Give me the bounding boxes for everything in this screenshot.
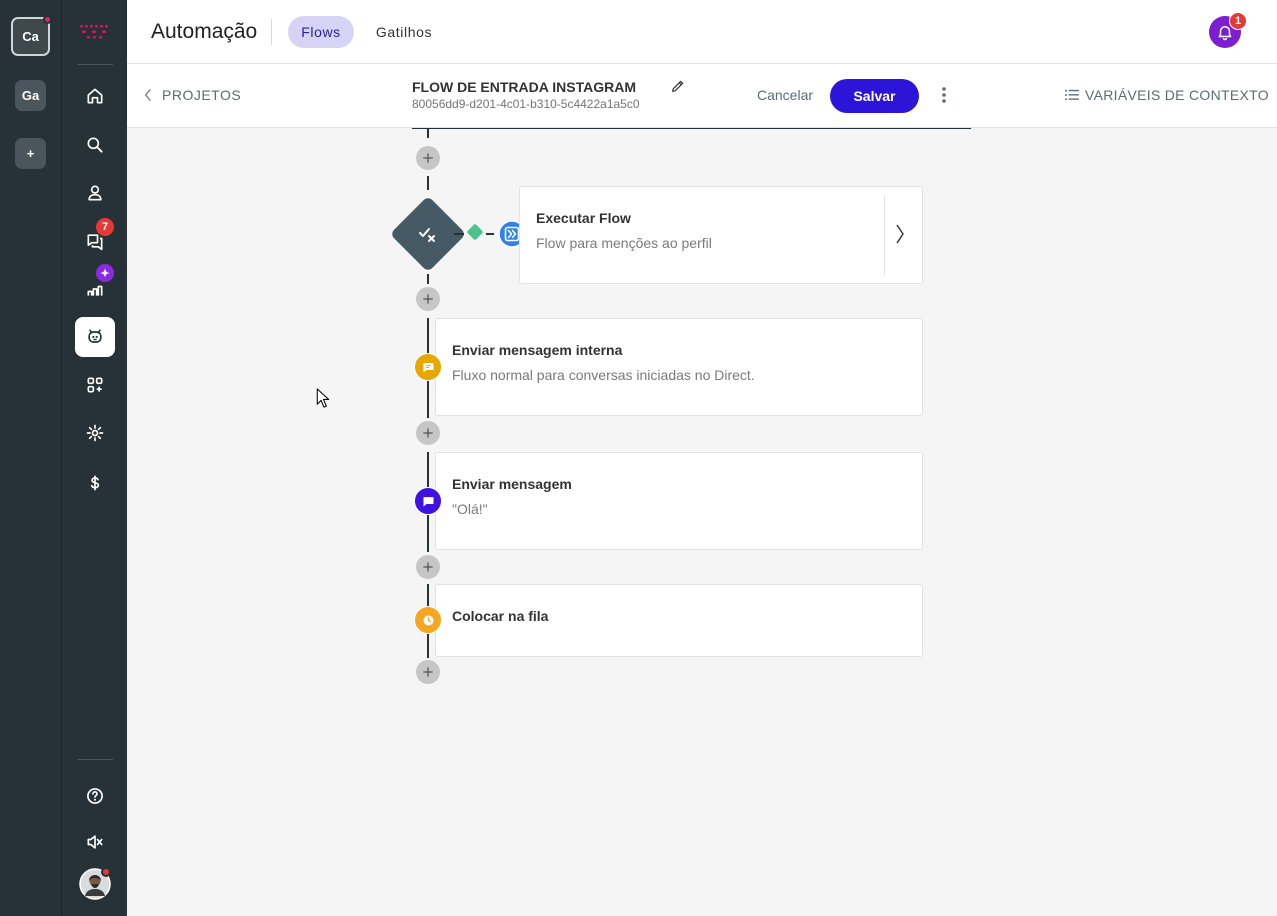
- sparkle-badge: ✦: [96, 264, 114, 282]
- plus-icon: [423, 153, 433, 163]
- step-subtitle: Flow para menções ao perfil: [536, 235, 712, 251]
- add-step-button[interactable]: [416, 555, 440, 579]
- tab-gatilhos[interactable]: Gatilhos: [367, 16, 441, 48]
- plus-icon: [423, 562, 433, 572]
- step-title: Executar Flow: [536, 210, 631, 226]
- message-icon: [423, 496, 433, 506]
- vars-label: VARIÁVEIS DE CONTEXTO: [1085, 87, 1269, 103]
- branch-true-marker[interactable]: [466, 223, 484, 241]
- workspace-rail: Ca Ga +: [0, 0, 62, 916]
- open-flow-button[interactable]: [895, 223, 905, 250]
- step-card-execute-flow[interactable]: Executar Flow Flow para menções ao perfi…: [519, 186, 923, 284]
- section-rule: [412, 128, 971, 129]
- chat-badge: 7: [96, 218, 114, 236]
- nav-rail: 7 ✦: [62, 0, 127, 916]
- notifications-badge: 1: [1229, 12, 1247, 30]
- mouse-cursor: [316, 388, 330, 408]
- nav-sound[interactable]: [75, 822, 115, 862]
- queue-node-icon: [414, 606, 442, 634]
- send-message-node-icon: [414, 487, 442, 515]
- context-variables-button[interactable]: VARIÁVEIS DE CONTEXTO: [1065, 87, 1269, 103]
- help-icon: [87, 788, 103, 804]
- step-card-internal-message[interactable]: Enviar mensagem interna Fluxo normal par…: [435, 318, 923, 416]
- nav-contacts[interactable]: [75, 173, 115, 213]
- more-vertical-icon: [942, 87, 946, 103]
- clock-icon: [423, 615, 433, 625]
- connector-line: [427, 128, 429, 138]
- dollar-icon: [90, 475, 100, 491]
- nav-chat[interactable]: 7: [75, 218, 115, 261]
- workspace-label: Ca: [22, 29, 39, 44]
- flow-id: 80056dd9-d201-4c01-b310-5c4422a1a5c0: [412, 97, 640, 111]
- flow-canvas[interactable]: Executar Flow Flow para menções ao perfi…: [127, 128, 1277, 916]
- plus-icon: [423, 428, 433, 438]
- connector-line: [427, 176, 429, 190]
- nav-analytics[interactable]: ✦: [75, 264, 115, 309]
- connector-line: [427, 274, 429, 284]
- internal-message-icon: [423, 362, 433, 372]
- nav-settings[interactable]: [75, 413, 115, 453]
- step-subtitle: Fluxo normal para conversas iniciadas no…: [452, 367, 755, 383]
- chevron-right-icon: [896, 224, 904, 244]
- add-step-button[interactable]: [416, 660, 440, 684]
- user-avatar[interactable]: [75, 864, 115, 904]
- card-divider: [884, 195, 885, 275]
- workspace-ca[interactable]: Ca: [11, 15, 52, 56]
- status-dot: [101, 867, 111, 877]
- contacts-icon: [88, 185, 102, 201]
- step-subtitle: "Olá!": [452, 501, 488, 517]
- workspace-label: Ga: [21, 88, 40, 103]
- save-button[interactable]: Salvar: [830, 79, 919, 113]
- add-step-button[interactable]: [416, 287, 440, 311]
- edit-title-button[interactable]: [670, 78, 686, 99]
- add-step-button[interactable]: [416, 146, 440, 170]
- tab-flows[interactable]: Flows: [288, 16, 354, 48]
- step-card-send-message[interactable]: Enviar mensagem "Olá!": [435, 452, 923, 550]
- condition-icon: [419, 228, 435, 242]
- internal-message-node-icon: [414, 353, 442, 381]
- flow-title: FLOW DE ENTRADA INSTAGRAM: [412, 79, 636, 95]
- step-card-queue[interactable]: Colocar na fila: [435, 584, 923, 657]
- add-step-button[interactable]: [416, 421, 440, 445]
- nav-apps[interactable]: [75, 365, 115, 405]
- title-divider: [271, 19, 272, 45]
- gear-icon: [86, 424, 104, 442]
- analytics-icon: [87, 285, 103, 296]
- nav-divider: [77, 759, 113, 760]
- step-title: Enviar mensagem: [452, 476, 572, 492]
- chevron-left-icon: [144, 89, 151, 101]
- more-options-button[interactable]: [941, 86, 947, 109]
- brand-logo[interactable]: [75, 12, 115, 52]
- pencil-icon: [672, 80, 684, 92]
- notification-dot: [43, 15, 52, 24]
- apps-icon: [87, 377, 103, 393]
- top-bar: Automação Flows Gatilhos 1: [127, 0, 1277, 64]
- cancel-button[interactable]: Cancelar: [757, 87, 813, 103]
- notifications-button[interactable]: 1: [1209, 12, 1247, 48]
- page-title: Automação: [151, 20, 258, 43]
- back-label: PROJETOS: [162, 87, 242, 103]
- bot-icon: [88, 329, 102, 343]
- nav-divider: [77, 64, 113, 65]
- list-icon: [1065, 89, 1079, 101]
- add-workspace-label: +: [26, 146, 35, 161]
- nav-search[interactable]: [75, 125, 115, 165]
- home-icon: [87, 88, 103, 104]
- nav-help[interactable]: [75, 776, 115, 816]
- add-workspace-button[interactable]: +: [15, 138, 46, 169]
- plus-icon: [423, 294, 433, 304]
- volume-mute-icon: [87, 835, 103, 849]
- branch-line: [454, 233, 464, 235]
- nav-billing[interactable]: [75, 463, 115, 503]
- flow-toolbar: PROJETOS FLOW DE ENTRADA INSTAGRAM 80056…: [127, 64, 1277, 128]
- back-to-projects-link[interactable]: PROJETOS: [144, 87, 241, 103]
- nav-automation[interactable]: [75, 317, 115, 357]
- workspace-ga[interactable]: Ga: [15, 80, 46, 111]
- step-title: Colocar na fila: [452, 608, 549, 624]
- search-icon: [87, 137, 103, 153]
- branch-line: [486, 233, 494, 235]
- nav-home[interactable]: [75, 76, 115, 116]
- plus-icon: [423, 667, 433, 677]
- step-title: Enviar mensagem interna: [452, 342, 623, 358]
